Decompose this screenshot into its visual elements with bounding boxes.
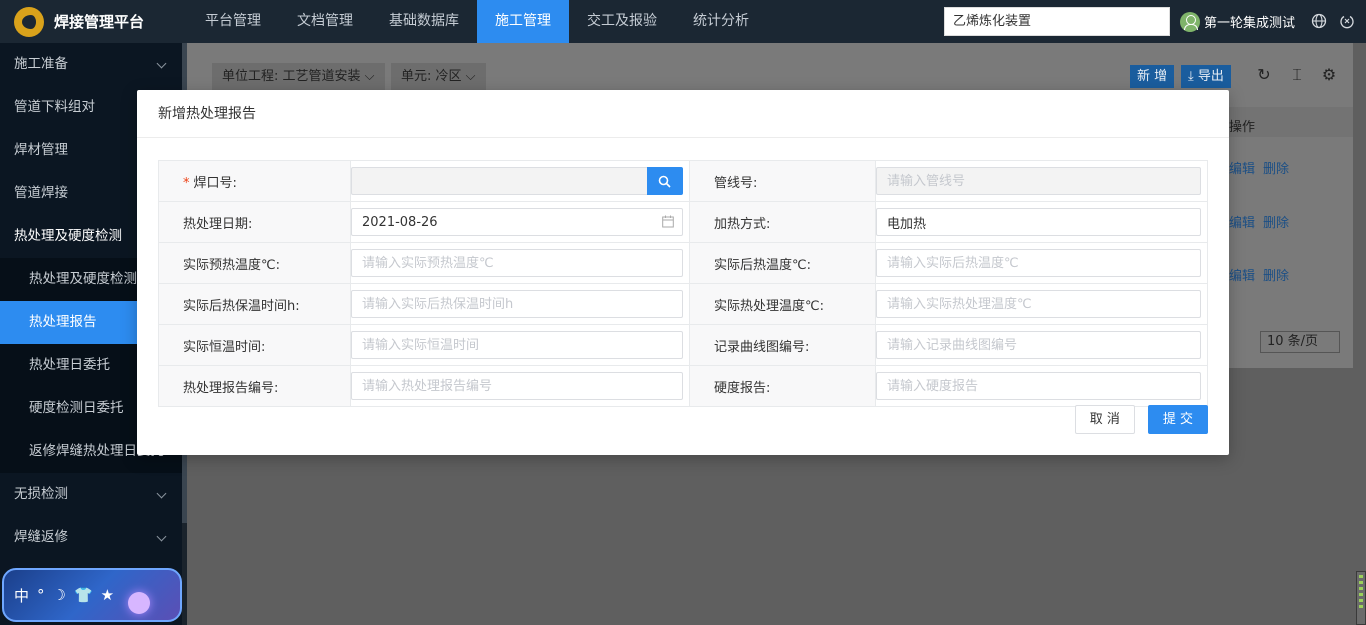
report-form: *焊口号: 管线号: 热处理日期: 加热方式: xyxy=(158,160,1208,407)
app-logo[interactable]: 焊接管理平台 xyxy=(0,0,187,43)
sidebar-item-label: 施工准备 xyxy=(14,56,68,72)
ht-temp-label: 实际热处理温度℃: xyxy=(689,283,876,325)
refresh-icon[interactable]: ↻ xyxy=(1255,66,1273,84)
top-navbar: 焊接管理平台 平台管理 文档管理 基础数据库 施工管理 交工及报验 统计分析 乙… xyxy=(0,0,1366,43)
delete-link[interactable]: 删除 xyxy=(1263,265,1289,284)
preheat-temp-label: 实际预热温度℃: xyxy=(158,242,351,284)
side-level-indicator xyxy=(1356,571,1366,625)
sidebar-item-construction-prep[interactable]: 施工准备 xyxy=(0,43,187,86)
ime-punct-icon[interactable]: ° xyxy=(37,586,45,604)
sidebar-item-label: 管道焊接 xyxy=(14,185,68,201)
settings-icon[interactable]: ⚙ xyxy=(1320,66,1338,84)
widget-decoration-icon xyxy=(128,592,150,614)
globe-icon[interactable] xyxy=(1310,12,1328,30)
user-name: 第一轮集成测试 xyxy=(1204,16,1296,31)
unit-filter[interactable]: 单元: 冷区 ⌵ xyxy=(391,63,486,91)
unit-project-filter[interactable]: 单位工程: 工艺管道安装 ⌵ xyxy=(212,63,385,91)
submit-button[interactable]: 提 交 xyxy=(1147,405,1208,434)
calendar-icon[interactable] xyxy=(662,215,674,228)
chevron-down-icon xyxy=(156,488,167,499)
project-search-input[interactable]: 乙烯炼化装置 xyxy=(944,7,1170,36)
sidebar-item-label: 无损检测 xyxy=(14,486,68,502)
hardness-report-input[interactable] xyxy=(876,372,1201,400)
sidebar-item-label: 热处理及硬度检测 xyxy=(14,228,122,244)
top-nav: 平台管理 文档管理 基础数据库 施工管理 交工及报验 统计分析 xyxy=(187,0,767,43)
cancel-button[interactable]: 取 消 xyxy=(1074,405,1135,434)
add-button[interactable]: 新 增 xyxy=(1130,65,1175,88)
avatar xyxy=(1180,11,1200,32)
op-column-header: 操作 xyxy=(1229,120,1256,135)
chevron-down-icon xyxy=(156,58,167,69)
topnav-item-handover[interactable]: 交工及报验 xyxy=(569,0,675,43)
sidebar-item-ndt[interactable]: 无损检测 xyxy=(0,473,187,516)
column-height-icon[interactable]: ⌶ xyxy=(1288,66,1306,84)
delete-link[interactable]: 删除 xyxy=(1263,158,1289,177)
topnav-item-documents[interactable]: 文档管理 xyxy=(279,0,371,43)
ht-temp-input[interactable] xyxy=(876,290,1201,318)
ime-star-icon[interactable]: ★ xyxy=(101,586,114,604)
export-button[interactable]: ⤓ 导出 xyxy=(1181,65,1231,88)
heating-method-label: 加热方式: xyxy=(689,201,876,243)
dialog-title: 新增热处理报告 xyxy=(137,90,1229,138)
heating-method-input[interactable] xyxy=(876,208,1201,236)
search-icon xyxy=(659,175,671,188)
postheat-temp-input[interactable] xyxy=(876,249,1201,277)
weld-no-search-button[interactable] xyxy=(646,167,683,195)
user-menu[interactable]: 第一轮集成测试 xyxy=(1180,0,1295,43)
weld-no-input[interactable] xyxy=(351,167,647,195)
input-method-widget[interactable]: 中 ° ☽ 👕 ★ xyxy=(2,568,182,622)
export-label: 导出 xyxy=(1197,69,1224,84)
ime-moon-icon[interactable]: ☽ xyxy=(53,586,66,604)
chevron-down-icon xyxy=(156,531,167,542)
postheat-temp-label: 实际后热温度℃: xyxy=(689,242,876,284)
sidebar-item-label: 焊材管理 xyxy=(14,142,68,158)
curve-no-label: 记录曲线图编号: xyxy=(689,324,876,366)
app-title: 焊接管理平台 xyxy=(54,13,145,31)
pipeline-no-label: 管线号: xyxy=(689,160,876,202)
report-no-input[interactable] xyxy=(351,372,683,400)
postheat-hold-input[interactable] xyxy=(351,290,683,318)
hardness-report-label: 硬度报告: xyxy=(689,365,876,407)
logout-icon[interactable] xyxy=(1338,12,1356,30)
ht-date-input[interactable] xyxy=(351,208,683,236)
ime-skin-icon[interactable]: 👕 xyxy=(74,586,93,604)
add-heat-treatment-report-dialog: 新增热处理报告 *焊口号: 管线号: 热处理日期: xyxy=(137,90,1229,455)
topnav-item-platform[interactable]: 平台管理 xyxy=(187,0,279,43)
topnav-item-base-db[interactable]: 基础数据库 xyxy=(371,0,477,43)
sidebar-item-weld-repair[interactable]: 焊缝返修 xyxy=(0,516,187,559)
topnav-item-statistics[interactable]: 统计分析 xyxy=(675,0,767,43)
ht-date-picker[interactable] xyxy=(351,208,683,236)
hold-time-label: 实际恒温时间: xyxy=(158,324,351,366)
ht-date-label: 热处理日期: xyxy=(158,201,351,243)
weld-no-label: * 焊口号: xyxy=(158,160,351,202)
topnav-item-construction[interactable]: 施工管理 xyxy=(477,0,569,43)
edit-link[interactable]: 编辑 xyxy=(1229,158,1255,177)
required-mark: * xyxy=(183,175,190,191)
edit-link[interactable]: 编辑 xyxy=(1229,265,1255,284)
filter-label: 单位工程: 工艺管道安装 xyxy=(222,69,361,84)
delete-link[interactable]: 删除 xyxy=(1263,212,1289,231)
dialog-footer: 取 消 提 交 xyxy=(1074,405,1208,434)
preheat-temp-input[interactable] xyxy=(351,249,683,277)
sidebar-item-label: 焊缝返修 xyxy=(14,529,68,545)
ime-chinese-icon[interactable]: 中 xyxy=(14,585,29,606)
curve-no-input[interactable] xyxy=(876,331,1201,359)
edit-link[interactable]: 编辑 xyxy=(1229,212,1255,231)
weld-no-input-group xyxy=(351,167,683,195)
filter-label: 单元: 冷区 xyxy=(401,69,462,84)
logo-icon xyxy=(14,6,44,37)
page-size-select[interactable]: 10 条/页 xyxy=(1260,331,1340,353)
pipeline-no-input[interactable] xyxy=(876,167,1201,195)
report-no-label: 热处理报告编号: xyxy=(158,365,351,407)
weld-no-label-text: 焊口号: xyxy=(193,175,237,191)
hold-time-input[interactable] xyxy=(351,331,683,359)
sidebar-item-label: 管道下料组对 xyxy=(14,99,95,115)
postheat-hold-label: 实际后热保温时间h: xyxy=(158,283,351,325)
